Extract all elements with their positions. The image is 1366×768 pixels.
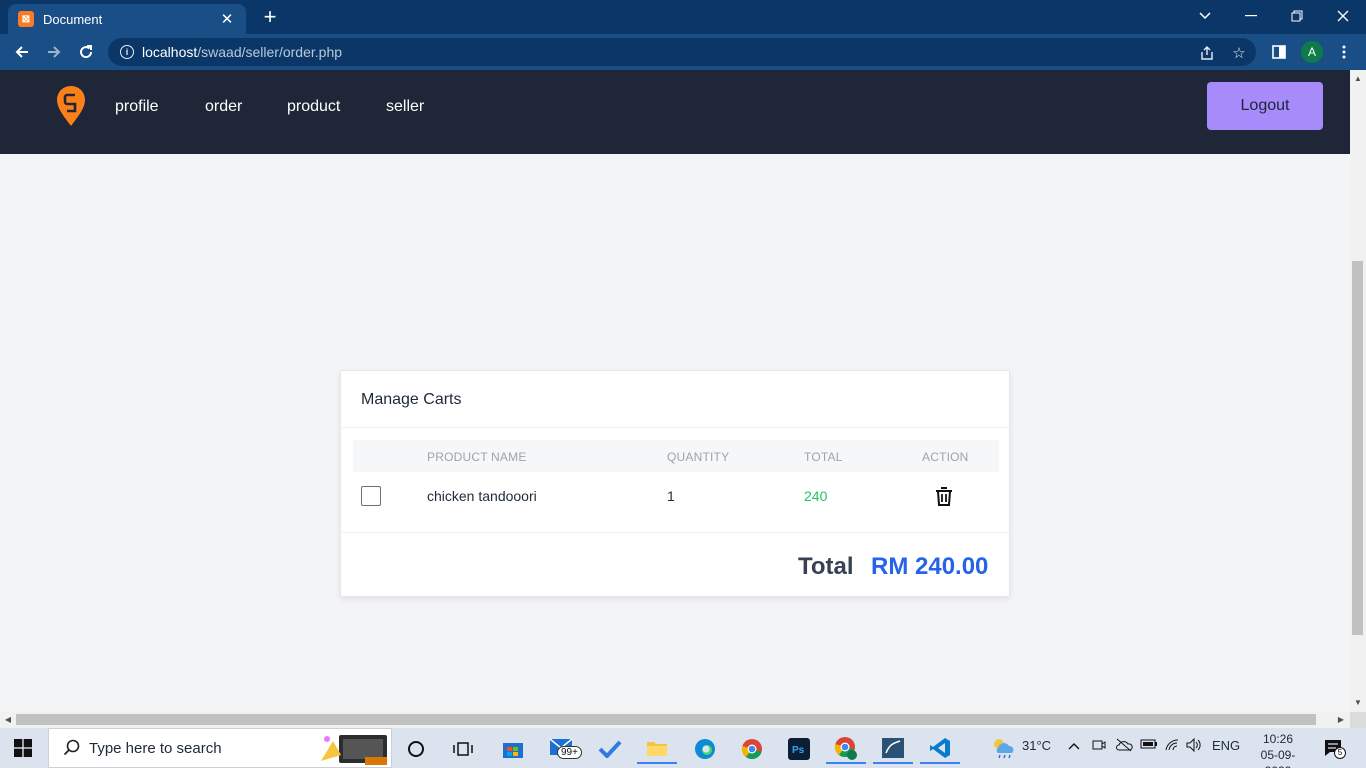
search-placeholder: Type here to search	[89, 739, 222, 757]
scroll-down-arrow-icon[interactable]: ▼	[1353, 698, 1363, 708]
meet-now-icon[interactable]	[1092, 738, 1106, 755]
weather-icon[interactable]	[990, 735, 1016, 762]
taskbar-search-input[interactable]: Type here to search	[48, 728, 392, 768]
search-icon	[63, 739, 80, 756]
header-quantity: QUANTITY	[667, 450, 730, 464]
forward-arrow-icon[interactable]	[42, 40, 66, 64]
browser-tab[interactable]: ⊠ Document ✕	[8, 4, 246, 34]
task-view-icon[interactable]	[443, 734, 483, 764]
url-host: localhost	[142, 44, 198, 60]
vertical-scroll-thumb[interactable]	[1352, 261, 1363, 635]
header-product-name: PRODUCT NAME	[427, 450, 527, 464]
svg-text:Ps: Ps	[792, 745, 805, 756]
notification-count-badge: 5	[1334, 747, 1346, 759]
new-tab-button[interactable]: +	[258, 6, 282, 28]
nav-link-profile[interactable]: profile	[115, 98, 159, 116]
action-center-icon[interactable]: 5	[1324, 739, 1346, 759]
bookmark-star-icon[interactable]: ☆	[1230, 44, 1248, 62]
grand-total-value: RM 240.00	[871, 553, 989, 580]
show-hidden-icons-chevron-icon[interactable]	[1068, 738, 1080, 753]
product-name-cell: chicken tandooori	[427, 488, 537, 504]
restore-window-button[interactable]	[1274, 4, 1320, 28]
weather-temperature[interactable]: 31°C	[1022, 738, 1051, 753]
table-header: PRODUCT NAME QUANTITY TOTAL ACTION	[353, 440, 999, 472]
browser-tab-strip: ⊠ Document ✕ +	[0, 0, 1366, 34]
minimize-window-button[interactable]	[1228, 4, 1274, 28]
chrome-icon[interactable]	[732, 734, 772, 764]
divider	[341, 427, 1009, 428]
logout-button[interactable]: Logout	[1207, 82, 1323, 130]
divider	[341, 532, 1009, 533]
xampp-icon: ⊠	[18, 11, 34, 27]
clock-date: 05-09-2022	[1260, 748, 1296, 768]
todo-check-icon[interactable]	[590, 734, 630, 764]
chrome-profile-icon[interactable]	[826, 734, 866, 764]
scroll-right-arrow-icon[interactable]: ▶	[1336, 715, 1346, 725]
site-navbar: profile order product seller Logout	[0, 70, 1350, 154]
wifi-icon[interactable]	[1164, 738, 1180, 755]
mail-icon[interactable]: 99+	[543, 734, 583, 764]
tab-search-icon[interactable]	[1182, 4, 1228, 28]
page-viewport: profile order product seller Logout Mana…	[0, 70, 1350, 712]
photoshop-icon[interactable]: Ps	[779, 734, 819, 764]
trash-icon[interactable]	[933, 485, 955, 507]
manage-carts-card: Manage Carts PRODUCT NAME QUANTITY TOTAL…	[340, 370, 1010, 597]
address-bar[interactable]: i localhost/swaad/seller/order.php ☆	[108, 38, 1256, 66]
file-explorer-icon[interactable]	[637, 734, 677, 764]
share-icon[interactable]	[1198, 44, 1216, 62]
site-info-icon[interactable]: i	[120, 45, 134, 59]
input-language[interactable]: ENG	[1212, 738, 1240, 753]
row-select-checkbox[interactable]	[361, 486, 381, 506]
mysql-workbench-icon[interactable]	[873, 734, 913, 764]
card-title: Manage Carts	[361, 391, 462, 408]
header-total: TOTAL	[804, 450, 843, 464]
mail-badge: 99+	[557, 746, 582, 759]
browser-toolbar: i localhost/swaad/seller/order.php ☆ A	[0, 34, 1366, 70]
nav-link-order[interactable]: order	[205, 98, 242, 116]
horizontal-scrollbar[interactable]: ◀ ▶	[0, 712, 1350, 728]
close-tab-icon[interactable]: ✕	[218, 10, 236, 28]
header-action: ACTION	[922, 450, 969, 464]
close-window-button[interactable]	[1320, 4, 1366, 28]
battery-icon[interactable]	[1140, 738, 1158, 753]
reload-icon[interactable]	[74, 40, 98, 64]
clock-time: 10:26	[1262, 732, 1294, 746]
grand-total-label: Total	[798, 553, 854, 580]
scrollbar-corner	[1350, 712, 1366, 728]
quantity-cell: 1	[667, 488, 675, 504]
back-arrow-icon[interactable]	[10, 40, 34, 64]
side-panel-icon[interactable]	[1269, 42, 1289, 62]
nav-link-seller[interactable]: seller	[386, 98, 424, 116]
scroll-left-arrow-icon[interactable]: ◀	[3, 715, 13, 725]
cortana-icon[interactable]	[396, 734, 436, 764]
microsoft-store-icon[interactable]	[493, 734, 533, 764]
windows-taskbar: Type here to search 99+ Ps 31°C ENG 10:2…	[0, 728, 1366, 768]
url-path: /swaad/seller/order.php	[197, 44, 343, 60]
horizontal-scroll-thumb[interactable]	[16, 714, 1316, 725]
total-cell: 240	[804, 488, 828, 504]
volume-icon[interactable]	[1186, 737, 1202, 755]
tab-title: Document	[43, 11, 103, 27]
onedrive-icon[interactable]	[1115, 738, 1133, 755]
swiggy-logo-icon[interactable]	[56, 85, 86, 127]
search-highlight-illustration-icon	[321, 735, 387, 765]
nav-link-product[interactable]: product	[287, 98, 340, 116]
scroll-up-arrow-icon[interactable]: ▲	[1353, 74, 1363, 84]
profile-avatar[interactable]: A	[1301, 41, 1323, 63]
browser-menu-icon[interactable]	[1334, 42, 1354, 62]
edge-browser-icon[interactable]	[685, 734, 725, 764]
windows-start-icon[interactable]	[14, 739, 32, 757]
vscode-icon[interactable]	[920, 734, 960, 764]
system-clock[interactable]: 10:26 05-09-2022	[1250, 731, 1306, 768]
vertical-scrollbar[interactable]: ▲ ▼	[1350, 70, 1366, 712]
